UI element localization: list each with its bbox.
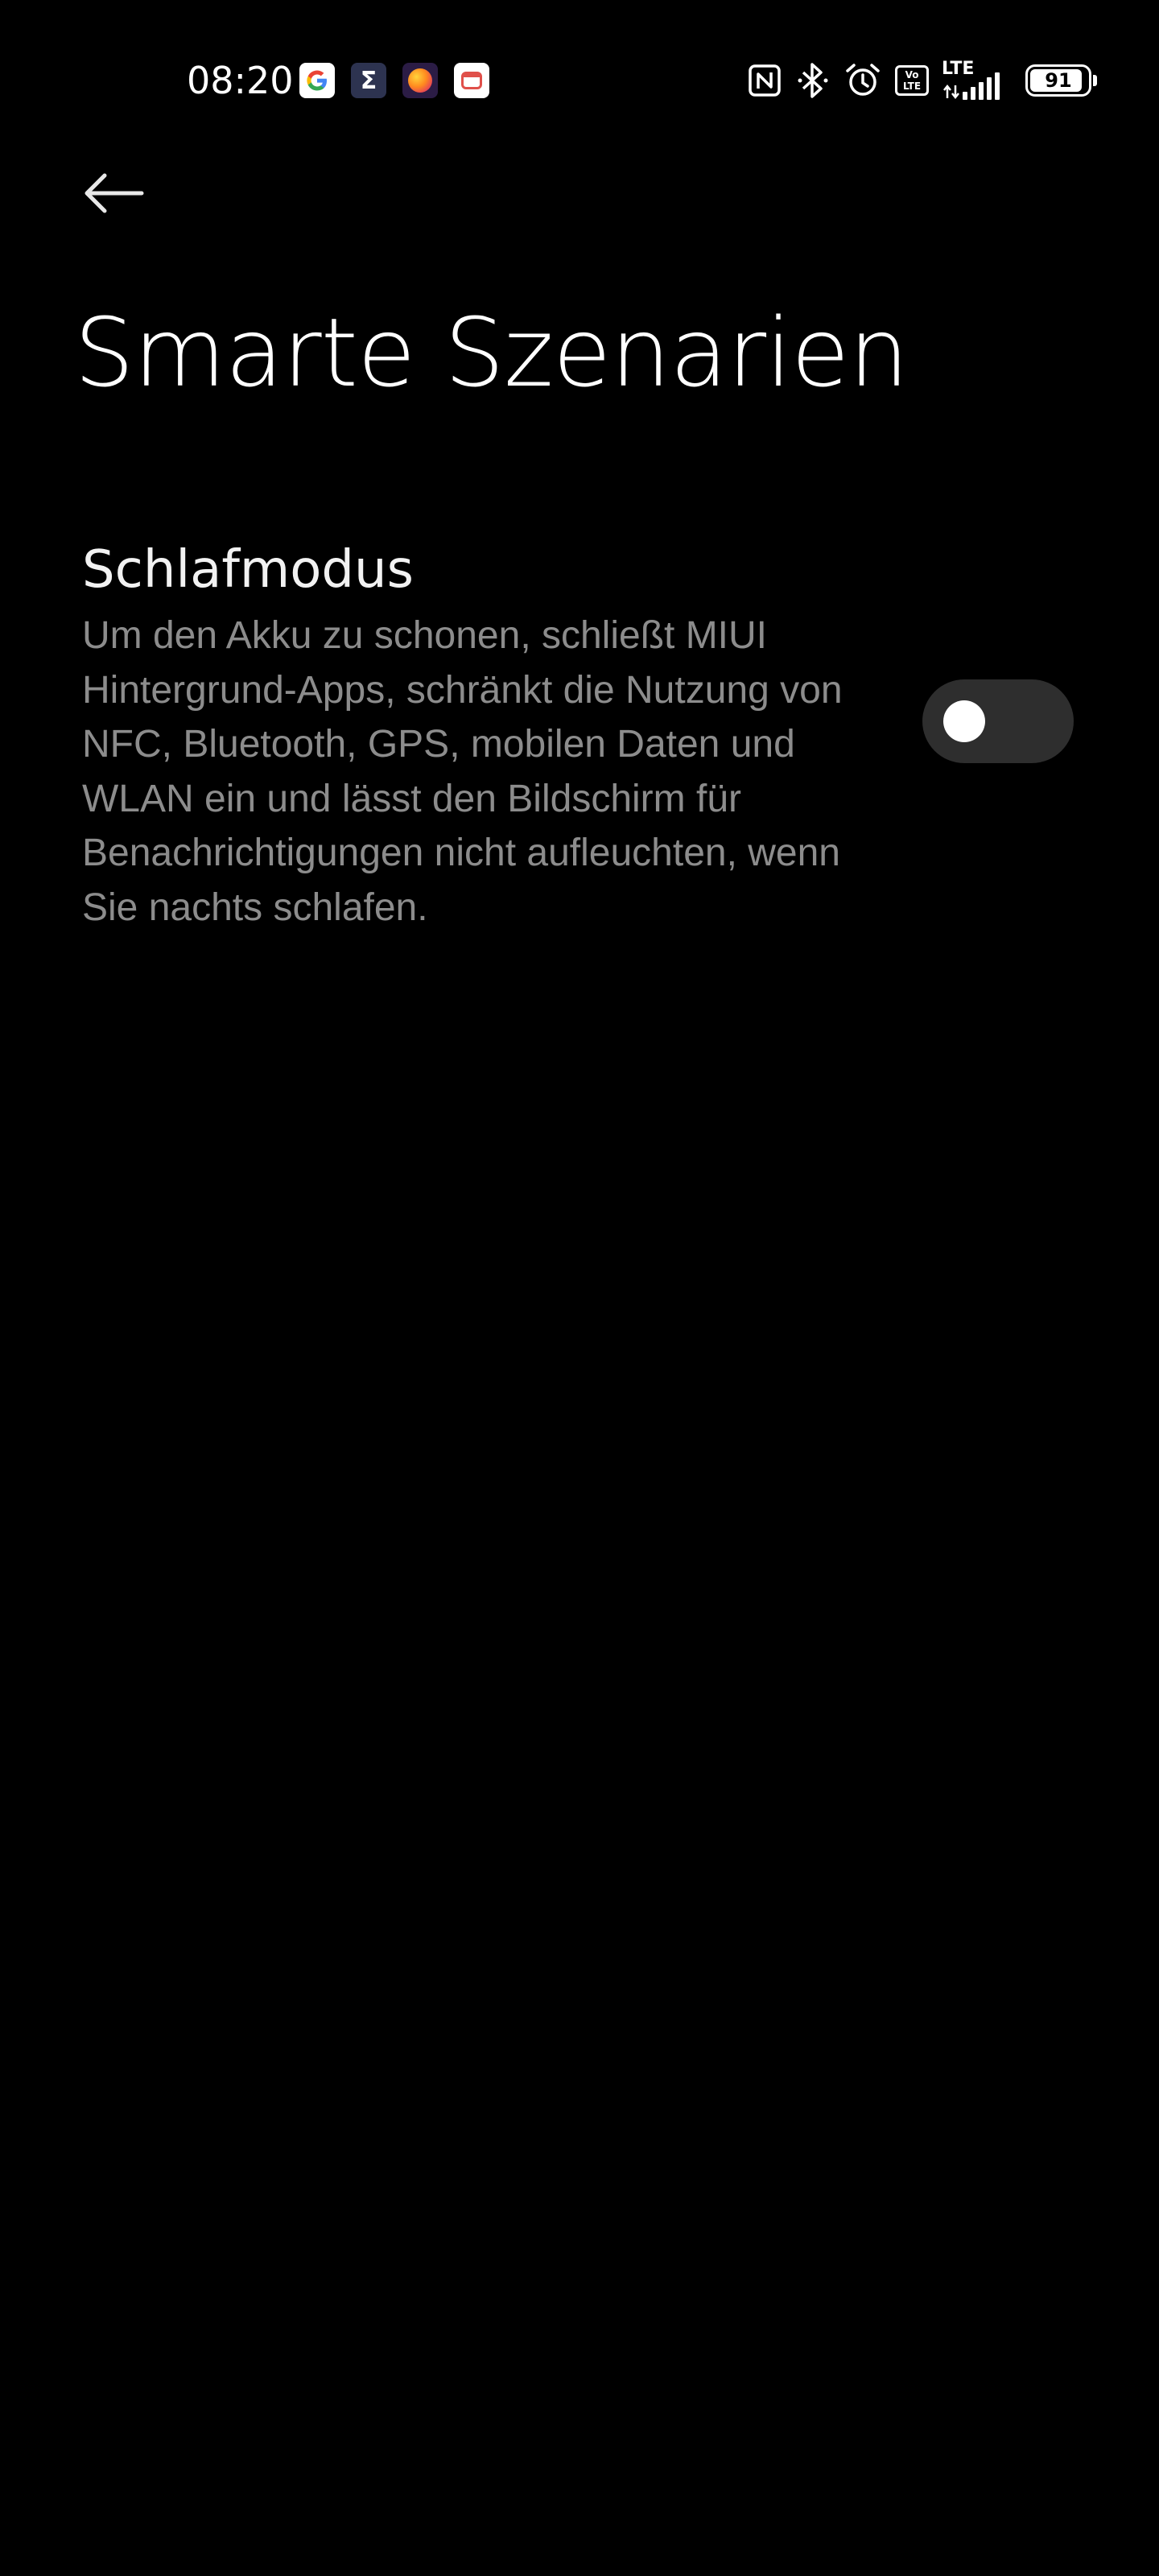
status-bar: 08:20 Σ Vo LTE LTE 91 [0, 0, 1159, 161]
alarm-app-icon [454, 63, 489, 98]
lte-signal-icon: LTE [942, 60, 1009, 101]
toggle-knob [943, 700, 985, 742]
sleep-mode-text: Schlafmodus Um den Akku zu schonen, schl… [82, 531, 887, 935]
system-icons: Vo LTE LTE 91 [747, 58, 1097, 103]
back-button[interactable] [77, 158, 148, 229]
alarm-icon [843, 61, 882, 100]
volte-icon: Vo LTE [895, 65, 929, 96]
notification-icons: Σ [299, 63, 489, 98]
sleep-mode-setting[interactable]: Schlafmodus Um den Akku zu schonen, schl… [0, 515, 1159, 934]
battery-icon: 91 [1025, 64, 1097, 97]
nfc-icon [747, 63, 782, 98]
bluetooth-icon [795, 61, 831, 100]
firefox-icon [402, 63, 438, 98]
sleep-mode-description: Um den Akku zu schonen, schließt MIUI Hi… [82, 614, 843, 929]
arrow-left-icon [85, 173, 144, 213]
battery-percent: 91 [1045, 69, 1072, 92]
google-icon [299, 63, 335, 98]
sleep-mode-toggle[interactable] [922, 679, 1074, 763]
sigma-icon: Σ [351, 63, 386, 98]
status-time: 08:20 [187, 59, 294, 102]
page-title: Smarte Szenarien [74, 297, 909, 408]
sleep-mode-title: Schlafmodus [82, 540, 414, 600]
